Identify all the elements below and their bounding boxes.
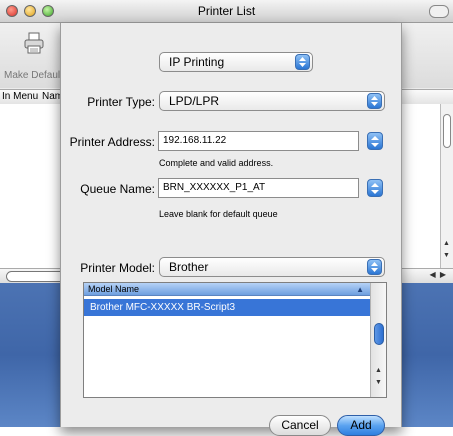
up-down-arrows-icon xyxy=(367,259,382,275)
model-list-scrollbar[interactable]: ▲ ▼ xyxy=(370,283,386,397)
protocol-popup-value: IP Printing xyxy=(169,55,225,69)
scroll-down-arrow-icon[interactable]: ▼ xyxy=(375,379,382,386)
printer-type-value: LPD/LPR xyxy=(169,94,220,108)
printer-address-label: Printer Address: xyxy=(69,135,155,149)
add-button[interactable]: Add xyxy=(337,415,385,436)
printer-model-value: Brother xyxy=(169,260,209,274)
make-default-label: Make Default xyxy=(4,70,63,81)
add-printer-sheet: IP Printing Printer Type: LPD/LPR Printe… xyxy=(60,23,402,436)
printer-address-hint: Complete and valid address. xyxy=(159,158,274,168)
queue-name-hint: Leave blank for default queue xyxy=(159,209,278,219)
queue-name-field[interactable]: BRN_XXXXXX_P1_AT xyxy=(158,178,359,198)
cancel-button[interactable]: Cancel xyxy=(269,415,331,436)
printer-address-field[interactable]: 192.168.11.22 xyxy=(158,131,359,151)
toolbar-toggle-button[interactable] xyxy=(429,5,449,18)
printer-list-vertical-scrollbar[interactable]: ▲ ▼ xyxy=(440,104,453,268)
scroll-knob[interactable] xyxy=(443,114,451,148)
up-down-arrows-icon xyxy=(367,93,382,109)
printer-type-popup[interactable]: LPD/LPR xyxy=(159,91,385,111)
column-in-menu[interactable]: In Menu xyxy=(2,90,38,104)
queue-name-label: Queue Name: xyxy=(80,182,155,196)
scroll-up-arrow-icon[interactable]: ▲ xyxy=(375,367,382,374)
protocol-popup[interactable]: IP Printing xyxy=(159,52,313,72)
model-name-list[interactable]: Model Name ▲ Brother MFC-XXXXX BR-Script… xyxy=(83,282,387,398)
printer-model-label: Printer Model: xyxy=(80,261,155,275)
scroll-up-arrow-icon[interactable]: ▲ xyxy=(443,240,450,247)
printer-model-popup[interactable]: Brother xyxy=(159,257,385,277)
zoom-window-button[interactable] xyxy=(42,5,54,17)
printer-type-label: Printer Type: xyxy=(87,95,155,109)
make-default-button[interactable] xyxy=(14,32,54,72)
list-item-selected[interactable]: Brother MFC-XXXXX BR-Script3 xyxy=(84,299,370,316)
window-titlebar: Printer List xyxy=(0,0,453,23)
scroll-down-arrow-icon[interactable]: ▼ xyxy=(443,252,450,259)
minimize-window-button[interactable] xyxy=(24,5,36,17)
window-title: Printer List xyxy=(197,4,256,18)
close-window-button[interactable] xyxy=(6,5,18,17)
up-down-arrows-icon xyxy=(295,54,310,70)
printer-address-history-button[interactable] xyxy=(367,132,383,150)
queue-name-history-button[interactable] xyxy=(367,179,383,197)
horizontal-scroll-arrows-icon[interactable]: ◀ ▶ xyxy=(429,270,447,279)
model-name-header-label: Model Name xyxy=(88,284,140,294)
model-list-scroll-knob[interactable] xyxy=(374,323,384,345)
printer-icon xyxy=(24,32,44,54)
